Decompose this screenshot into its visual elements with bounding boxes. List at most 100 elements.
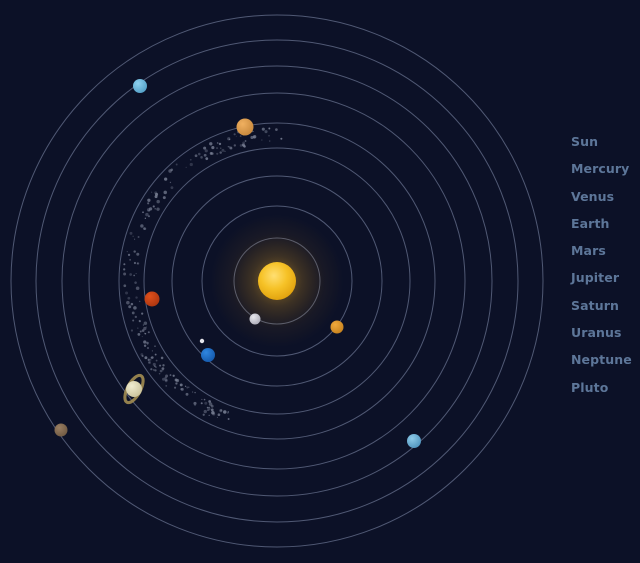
asteroid [188, 386, 190, 388]
asteroid [156, 199, 160, 204]
asteroid [175, 379, 180, 383]
asteroid [219, 151, 222, 154]
asteroid [152, 362, 156, 366]
asteroid [243, 145, 246, 148]
asteroid [147, 331, 150, 334]
asteroid [134, 238, 136, 240]
asteroid [155, 359, 158, 362]
planet-legend: Sun Mercury Venus Earth Mars Jupiter Sat… [571, 128, 639, 401]
asteroid [154, 191, 158, 195]
legend-item-mars[interactable]: Mars [571, 237, 639, 264]
planet-disc-neptune[interactable] [407, 434, 421, 448]
legend-item-uranus[interactable]: Uranus [571, 319, 639, 346]
asteroid [125, 291, 129, 295]
asteroid [133, 306, 137, 310]
asteroid [137, 262, 139, 264]
asteroid [208, 414, 210, 416]
legend-item-venus[interactable]: Venus [571, 183, 639, 210]
planet-jupiter[interactable] [236, 118, 254, 136]
asteroid [129, 273, 132, 276]
asteroid [252, 135, 257, 139]
asteroid [165, 385, 168, 387]
asteroid [159, 364, 162, 367]
asteroid [207, 409, 209, 412]
asteroid [144, 333, 147, 335]
asteroid [138, 300, 141, 303]
asteroid [216, 147, 219, 150]
asteroid [198, 152, 201, 156]
asteroid [169, 374, 172, 376]
asteroid [208, 400, 211, 403]
asteroid [172, 374, 175, 377]
asteroid [227, 418, 230, 420]
solar-system-canvas: Sun Mercury Venus Earth Mars Jupiter Sat… [0, 0, 640, 563]
planet-mars[interactable] [144, 291, 160, 307]
planet-disc-jupiter[interactable] [236, 118, 254, 136]
asteroid [180, 387, 184, 391]
planet-earth[interactable] [201, 348, 215, 362]
asteroid [168, 169, 172, 173]
asteroid [129, 231, 133, 235]
asteroid [204, 149, 208, 153]
planet-neptune[interactable] [407, 434, 421, 448]
asteroid [151, 350, 153, 352]
asteroid [233, 144, 237, 147]
planet-disc-mars[interactable] [144, 291, 160, 307]
asteroid [130, 302, 134, 306]
asteroid [221, 148, 225, 152]
asteroid [193, 401, 197, 405]
planet-disc-uranus[interactable] [133, 79, 147, 93]
asteroid [141, 312, 144, 315]
asteroid [223, 410, 227, 414]
asteroid [170, 186, 174, 190]
asteroid [146, 208, 151, 212]
legend-item-jupiter[interactable]: Jupiter [571, 264, 639, 291]
asteroid [268, 127, 271, 130]
asteroid [123, 284, 127, 288]
legend-item-saturn[interactable]: Saturn [571, 292, 639, 319]
asteroid [208, 402, 213, 406]
asteroid [164, 177, 168, 181]
legend-item-pluto[interactable]: Pluto [571, 374, 639, 401]
asteroid [175, 382, 178, 385]
legend-item-earth[interactable]: Earth [571, 210, 639, 237]
legend-item-mercury[interactable]: Mercury [571, 155, 639, 182]
asteroid [209, 151, 213, 155]
planet-pluto[interactable] [54, 423, 68, 437]
asteroid [147, 358, 150, 361]
asteroid [220, 409, 223, 412]
asteroid [201, 398, 203, 400]
asteroid [141, 329, 145, 332]
asteroid [203, 409, 207, 414]
legend-item-neptune[interactable]: Neptune [571, 346, 639, 373]
sun-body[interactable] [210, 214, 344, 348]
asteroid [147, 202, 150, 205]
legend-item-sun[interactable]: Sun [571, 128, 639, 155]
asteroid [155, 366, 157, 368]
asteroid [141, 336, 143, 338]
planet-disc-mercury[interactable] [249, 313, 261, 325]
asteroid [269, 140, 271, 142]
planet-disc-venus[interactable] [330, 320, 344, 334]
planet-disc-earth[interactable] [201, 348, 215, 362]
asteroid [205, 157, 209, 161]
asteroid [179, 383, 183, 387]
asteroid [216, 142, 219, 144]
planet-mercury[interactable] [249, 313, 261, 325]
planet-disc-pluto[interactable] [54, 423, 68, 437]
asteroid [204, 401, 208, 405]
planet-uranus[interactable] [133, 79, 147, 93]
asteroid [141, 354, 144, 358]
planet-venus[interactable] [330, 320, 344, 334]
asteroid [123, 268, 126, 271]
planet-disc-saturn[interactable] [126, 381, 142, 397]
asteroid [142, 211, 144, 214]
asteroid [127, 253, 131, 257]
asteroid [261, 139, 263, 141]
asteroid [202, 413, 205, 416]
orrery-scene [0, 0, 640, 563]
sun-disc[interactable] [258, 262, 296, 300]
asteroid [280, 137, 283, 140]
asteroid [154, 207, 156, 210]
asteroid [133, 250, 136, 253]
